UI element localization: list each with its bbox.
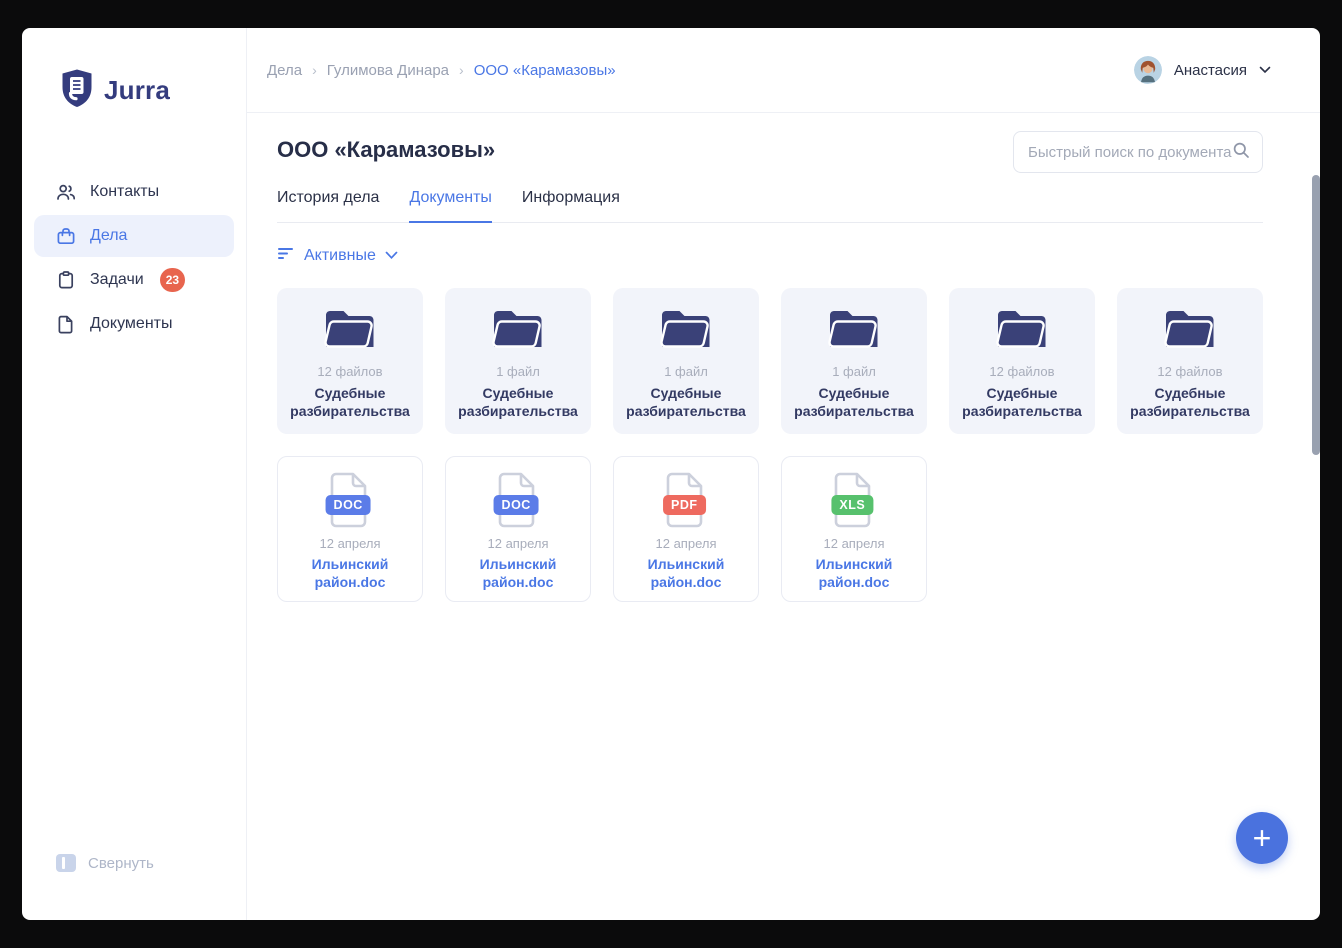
folder-title: Судебные разбирательства [626, 385, 746, 420]
file-type-badge: DOC [325, 495, 371, 515]
topbar: Дела › Гулимова Динара › ООО «Карамазовы… [247, 28, 1320, 113]
breadcrumb-client[interactable]: Гулимова Динара [327, 62, 449, 79]
chevron-right-icon: › [312, 62, 317, 78]
folder-file-count: 1 файл [832, 364, 876, 379]
chevron-right-icon: › [459, 62, 464, 78]
folder-icon [1161, 305, 1219, 357]
user-name: Анастасия [1173, 61, 1247, 79]
collapse-label: Свернуть [88, 854, 154, 872]
file-name: Ильинский район.doc [311, 556, 389, 591]
tab-information[interactable]: Информация [522, 189, 620, 223]
file-grid: DOC 12 апреля Ильинский район.doc DOC 12… [277, 456, 1263, 602]
file-name: Ильинский район.doc [647, 556, 725, 591]
app-window: Jurra Контакты Дела Задачи 23 Документы … [22, 28, 1320, 920]
document-icon [56, 314, 76, 334]
folder-card[interactable]: 1 файл Судебные разбирательства [781, 288, 927, 434]
page-title: ООО «Карамазовы» [277, 137, 496, 162]
tab-bar: История дела Документы Информация [277, 189, 1263, 223]
logo-shield-icon [60, 68, 94, 113]
folder-card[interactable]: 12 файлов Судебные разбирательства [1117, 288, 1263, 434]
folder-title: Судебные разбирательства [290, 385, 410, 420]
add-button[interactable]: + [1236, 812, 1288, 864]
file-icon: DOC [325, 471, 373, 529]
file-icon: PDF [663, 471, 709, 529]
breadcrumb-current: ООО «Карамазовы» [473, 61, 616, 79]
file-card[interactable]: DOC 12 апреля Ильинский район.doc [445, 456, 591, 602]
tab-case-history[interactable]: История дела [277, 189, 379, 223]
file-card[interactable]: XLS 12 апреля Ильинский район.doc [781, 456, 927, 602]
sidebar-item-label: Документы [90, 315, 173, 332]
folder-file-count: 1 файл [664, 364, 708, 379]
sidebar-nav: Контакты Дела Задачи 23 Документы [34, 171, 234, 345]
sidebar-item-cases[interactable]: Дела [34, 215, 234, 257]
breadcrumb-cases[interactable]: Дела [267, 62, 302, 79]
sidebar-item-label: Дела [90, 227, 128, 244]
briefcase-icon [56, 226, 76, 246]
sidebar-item-tasks[interactable]: Задачи 23 [34, 259, 234, 301]
user-menu[interactable]: Анастасия [1133, 56, 1271, 84]
folder-title: Судебные разбирательства [794, 385, 914, 420]
search-icon[interactable] [1232, 141, 1250, 164]
sidebar: Jurra Контакты Дела Задачи 23 Документы … [22, 28, 247, 920]
folder-card[interactable]: 1 файл Судебные разбирательства [613, 288, 759, 434]
clipboard-icon [56, 270, 76, 290]
folder-icon [825, 305, 883, 357]
folder-grid: 12 файлов Судебные разбирательства 1 фай… [277, 288, 1263, 434]
chevron-down-icon [1259, 61, 1271, 79]
file-date: 12 апреля [823, 536, 885, 551]
folder-icon [657, 305, 715, 357]
logo: Jurra [34, 68, 234, 113]
filter-icon [277, 245, 295, 266]
folder-file-count: 12 файлов [1157, 364, 1223, 379]
folder-icon [993, 305, 1051, 357]
chevron-down-icon [385, 247, 398, 265]
search-input[interactable] [1028, 143, 1232, 161]
collapse-icon [56, 854, 76, 872]
folder-file-count: 12 файлов [989, 364, 1055, 379]
logo-text: Jurra [104, 75, 171, 105]
scrollbar-thumb[interactable] [1312, 175, 1320, 455]
folder-file-count: 12 файлов [317, 364, 383, 379]
file-date: 12 апреля [319, 536, 381, 551]
content: ООО «Карамазовы» История дела Документы … [247, 113, 1320, 920]
file-name: Ильинский район.doc [479, 556, 557, 591]
file-card[interactable]: DOC 12 апреля Ильинский район.doc [277, 456, 423, 602]
folder-title: Судебные разбирательства [1130, 385, 1250, 420]
sidebar-item-label: Задачи [90, 271, 144, 288]
file-icon: XLS [831, 471, 877, 529]
breadcrumb: Дела › Гулимова Динара › ООО «Карамазовы… [267, 62, 616, 79]
filter-label: Активные [304, 246, 376, 264]
folder-card[interactable]: 12 файлов Судебные разбирательства [277, 288, 423, 434]
file-date: 12 апреля [655, 536, 717, 551]
filter-dropdown[interactable]: Активные [277, 245, 398, 266]
people-icon [56, 182, 76, 202]
sidebar-item-contacts[interactable]: Контакты [34, 171, 234, 213]
file-card[interactable]: PDF 12 апреля Ильинский район.doc [613, 456, 759, 602]
sidebar-item-documents[interactable]: Документы [34, 303, 234, 345]
main-area: Дела › Гулимова Динара › ООО «Карамазовы… [247, 28, 1320, 920]
file-icon: DOC [493, 471, 541, 529]
folder-card[interactable]: 12 файлов Судебные разбирательства [949, 288, 1095, 434]
folder-file-count: 1 файл [496, 364, 540, 379]
collapse-sidebar-button[interactable]: Свернуть [56, 854, 154, 872]
tab-documents[interactable]: Документы [409, 189, 492, 223]
search-box [1013, 131, 1263, 173]
folder-icon [489, 305, 547, 357]
tasks-count-badge: 23 [159, 268, 186, 292]
folder-title: Судебные разбирательства [962, 385, 1082, 420]
folder-card[interactable]: 1 файл Судебные разбирательства [445, 288, 591, 434]
avatar [1133, 56, 1162, 84]
file-name: Ильинский район.doc [815, 556, 893, 591]
file-type-badge: DOC [493, 495, 539, 515]
folder-title: Судебные разбирательства [458, 385, 578, 420]
file-type-badge: PDF [663, 495, 706, 515]
file-date: 12 апреля [487, 536, 549, 551]
sidebar-item-label: Контакты [90, 183, 160, 200]
folder-icon [321, 305, 379, 357]
file-type-badge: XLS [831, 495, 874, 515]
